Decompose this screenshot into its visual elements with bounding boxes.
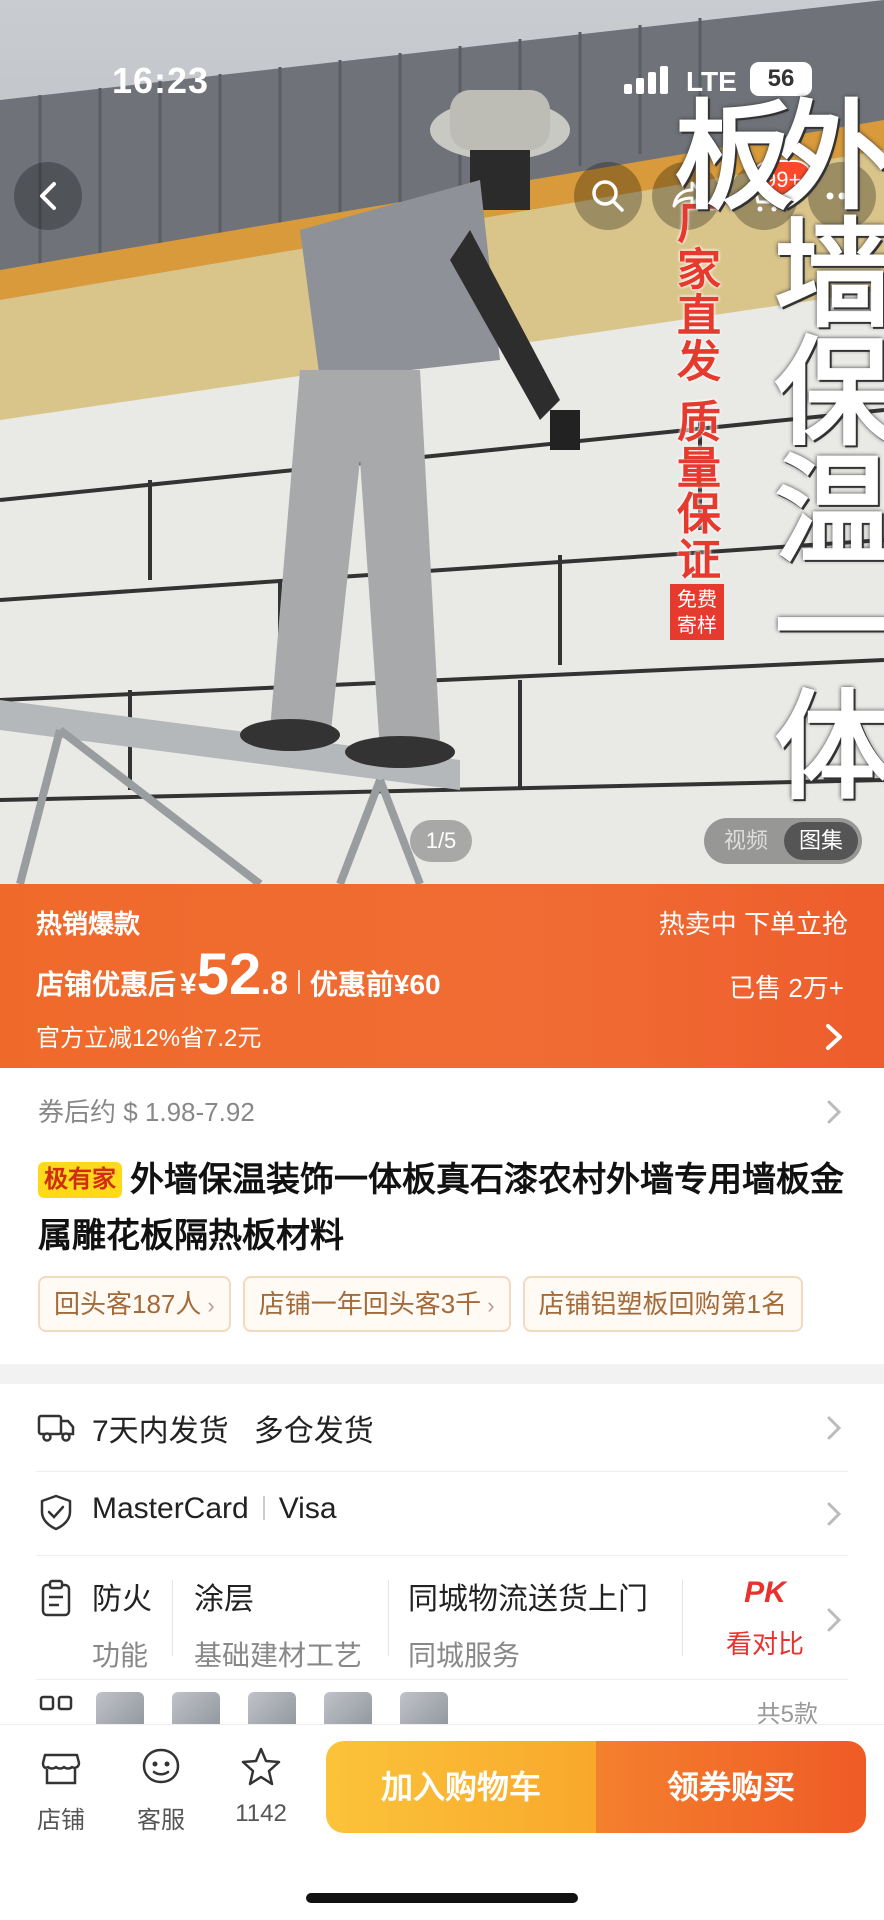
search-icon	[592, 180, 624, 212]
style-thumbnail[interactable]	[96, 1692, 144, 1724]
product-image-carousel[interactable]: 16:23 LTE 56 99+ 厂家直发 质量保证 免费寄样 外墙保温一体板 …	[0, 0, 884, 884]
chip-rank[interactable]: 店铺铝塑板回购第1名	[522, 1276, 803, 1332]
currency-symbol: ¥	[180, 968, 197, 1001]
attr-label: 基础建材工艺	[194, 1640, 363, 1671]
shield-check-icon	[40, 1494, 72, 1531]
media-toggle[interactable]: 视频 图集	[704, 818, 862, 864]
coupon-price[interactable]: 券后约 $ 1.98-7.92	[38, 1092, 255, 1129]
hot-sale-label: 热销爆款	[36, 909, 141, 939]
style-thumbnail[interactable]	[248, 1692, 296, 1724]
divider	[262, 1496, 265, 1520]
back-button[interactable]	[14, 162, 82, 230]
price-label: 店铺优惠后	[36, 969, 177, 1000]
hero-big-title: 外墙保温一体板	[656, 94, 884, 802]
payment-visa: Visa	[278, 1492, 337, 1525]
buy-with-coupon-button[interactable]: 领券购买	[596, 1741, 866, 1833]
attr-value: 涂层	[194, 1583, 254, 1616]
chip-yearly-repeat[interactable]: 店铺一年回头客3千 ›	[242, 1276, 511, 1332]
shipping-text: 7天内发货 多仓发货	[92, 1415, 374, 1448]
payment-methods: MasterCard Visa	[92, 1492, 337, 1526]
reputation-chips: 回头客187人 › 店铺一年回头客3千 › 店铺铝塑板回购第1名	[38, 1276, 848, 1336]
price-decimal: .8	[261, 965, 288, 1001]
rush-label: 热卖中 下单立抢	[658, 909, 848, 939]
free-sample-label: 免费寄样	[670, 584, 724, 640]
truck-icon	[37, 1414, 75, 1442]
product-title: 极有家 外墙保温装饰一体板真石漆农村外墙专用墙板金属雕花板隔热板材料	[38, 1152, 858, 1264]
attr-label: 功能	[92, 1640, 149, 1671]
style-thumbnail[interactable]	[324, 1692, 372, 1724]
chip-label: 店铺铝塑板回购第1名	[538, 1289, 787, 1319]
shop-button[interactable]: 店铺	[16, 1745, 106, 1835]
compare-label: 看对比	[726, 1629, 805, 1659]
payment-mastercard: MasterCard	[92, 1492, 249, 1525]
shipping-row[interactable]: 7天内发货 多仓发货	[36, 1384, 848, 1472]
service-label: 客服	[137, 1807, 185, 1834]
grid-icon	[39, 1695, 73, 1711]
home-indicator	[306, 1893, 578, 1903]
style-thumbnail[interactable]	[172, 1692, 220, 1724]
status-time: 16:23	[112, 60, 210, 101]
attr-value: 防火	[92, 1583, 152, 1616]
chip-repeat-customers[interactable]: 回头客187人 ›	[38, 1276, 231, 1332]
original-price: 优惠前¥60	[309, 969, 441, 1000]
chevron-right-icon	[827, 1608, 842, 1632]
add-to-cart-button[interactable]: 加入购物车	[326, 1741, 596, 1833]
chevron-right-icon	[827, 1502, 842, 1526]
clipboard-icon	[41, 1579, 71, 1617]
chip-label: 回头客187人	[54, 1289, 202, 1319]
attr-process: 涂层 基础建材工艺	[194, 1574, 362, 1674]
price-divider	[297, 970, 300, 994]
favorite-count: 1142	[235, 1800, 287, 1827]
divider	[172, 1580, 173, 1656]
signal-icon	[624, 66, 672, 94]
attr-city-service: 同城物流送货上门 同城服务	[408, 1574, 648, 1674]
shop-label: 店铺	[37, 1807, 85, 1834]
tab-gallery[interactable]: 图集	[784, 822, 858, 860]
tab-video[interactable]: 视频	[724, 818, 768, 864]
chip-label: 店铺一年回头客3千	[258, 1289, 482, 1319]
chevron-right-icon	[827, 1100, 842, 1124]
customer-service-icon	[142, 1748, 180, 1784]
pk-label: PK	[744, 1576, 786, 1609]
back-arrow-icon	[40, 182, 56, 210]
shop-icon	[41, 1753, 81, 1785]
price-integer: 52	[196, 942, 262, 1007]
official-discount: 官方立减12%省7.2元	[36, 1025, 262, 1052]
star-icon	[241, 1747, 281, 1786]
price-banner[interactable]: 热销爆款 热卖中 下单立抢 店铺优惠后 ¥ 52 .8 优惠前¥60 已售 2万…	[0, 884, 884, 1068]
product-title-text: 外墙保温装饰一体板真石漆农村外墙专用墙板金属雕花板隔热板材料	[38, 1161, 844, 1255]
attr-value: 同城物流送货上门	[408, 1583, 648, 1616]
payment-row[interactable]: MasterCard Visa	[36, 1472, 848, 1556]
style-thumbnail[interactable]	[400, 1692, 448, 1724]
chevron-right-icon: ›	[207, 1293, 215, 1318]
chevron-right-icon	[826, 1024, 842, 1050]
bottom-action-bar: 店铺 客服 1142 加入购物车 领券购买	[0, 1724, 884, 1920]
attributes-row[interactable]: 防火功能 涂层基础建材工艺 同城物流送货上门 同城服务 PK 看对比	[36, 1556, 848, 1680]
favorite-button[interactable]: 1142	[216, 1745, 306, 1828]
chevron-right-icon	[827, 1416, 842, 1440]
detail-section: 7天内发货 多仓发货 MasterCard Visa 防火功能 涂层基础建材工艺 …	[0, 1384, 884, 1724]
compare-button[interactable]: PK 看对比	[726, 1576, 804, 1661]
styles-count: 共5款	[756, 1701, 818, 1724]
page-indicator: 1/5	[410, 820, 472, 862]
promo-vertical-text: 厂家直发 质量保证	[670, 200, 719, 583]
service-button[interactable]: 客服	[116, 1745, 206, 1835]
divider	[388, 1580, 389, 1656]
attr-function: 防火 功能	[92, 1574, 152, 1674]
brand-tag: 极有家	[38, 1162, 122, 1198]
styles-row[interactable]: 共5款	[36, 1680, 848, 1724]
search-button[interactable]	[574, 162, 642, 230]
price-row: 店铺优惠后 ¥ 52 .8 优惠前¥60	[36, 946, 441, 1006]
battery-icon: 56	[750, 62, 812, 96]
chevron-right-icon: ›	[487, 1293, 495, 1318]
attr-label: 同城服务	[408, 1640, 521, 1671]
divider	[682, 1580, 683, 1656]
sold-count: 已售 2万+	[729, 973, 844, 1003]
product-info: 券后约 $ 1.98-7.92 极有家 外墙保温装饰一体板真石漆农村外墙专用墙板金…	[0, 1068, 884, 1364]
